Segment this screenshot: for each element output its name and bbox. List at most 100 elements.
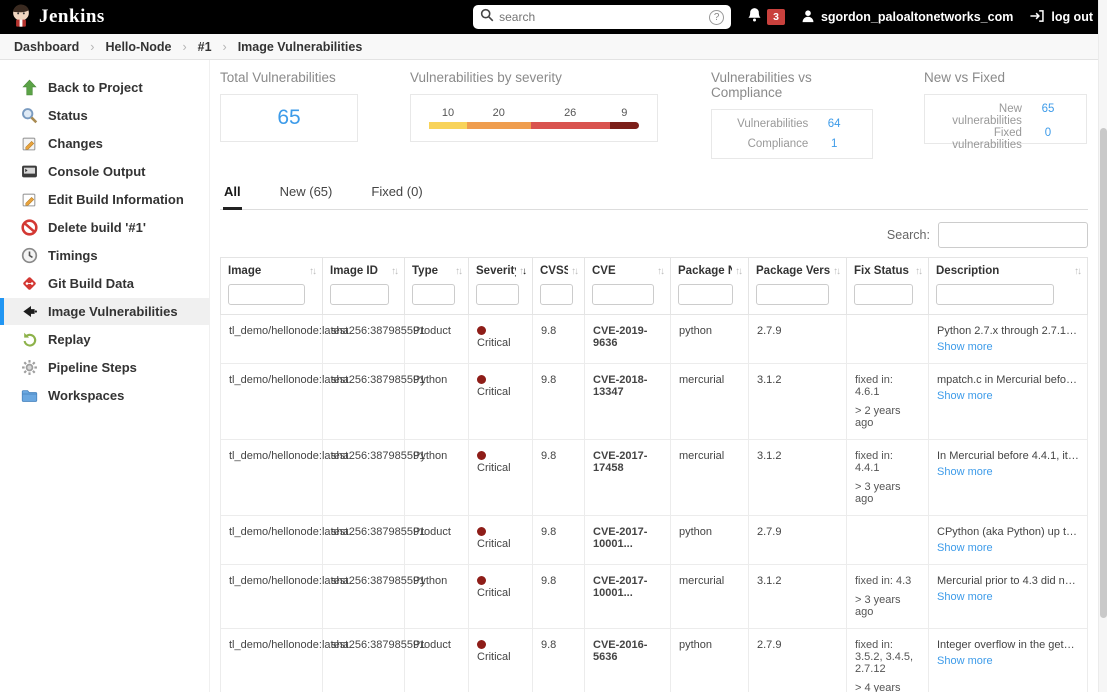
- sidebar-item[interactable]: Delete build '#1': [0, 214, 209, 241]
- severity-segment: 9: [609, 107, 639, 129]
- logout-button[interactable]: log out: [1029, 9, 1093, 26]
- top-bar: Jenkins ? 3 sgordon_paloaltonetworks_com: [0, 0, 1107, 34]
- breadcrumb-item[interactable]: Dashboard: [14, 40, 105, 54]
- table-row: tl_demo/hellonode:latest sha256:38798559…: [220, 439, 1088, 516]
- column-filter-input[interactable]: [592, 284, 655, 305]
- cell-description: Integer overflow in the get_data functio…: [928, 628, 1088, 692]
- jenkins-home-link[interactable]: Jenkins: [10, 3, 105, 32]
- cell-image: tl_demo/hellonode:latest: [220, 363, 348, 440]
- sidebar-item[interactable]: Status: [0, 102, 209, 129]
- severity-segment-bar: [429, 122, 467, 129]
- column-filter-input[interactable]: [678, 284, 734, 305]
- new-vs-fixed-card: New vs Fixed New vulnerabilities 65 Fixe…: [924, 70, 1087, 151]
- cell-image-id: sha256:387985591: [322, 363, 425, 440]
- tab[interactable]: New (65): [279, 176, 334, 210]
- card-title: Vulnerabilities by severity: [410, 70, 562, 85]
- breadcrumb-item[interactable]: Hello-Node: [105, 40, 197, 54]
- column-sort-button[interactable]: Image ID ↑↓: [330, 265, 399, 277]
- scrollbar-thumb[interactable]: [1100, 128, 1107, 618]
- severity-segment: 20: [466, 107, 531, 129]
- tab[interactable]: Fixed (0): [370, 176, 423, 210]
- sidebar-item[interactable]: Back to Project: [0, 74, 209, 101]
- user-menu[interactable]: sgordon_paloaltonetworks_com: [801, 9, 1013, 26]
- column-sort-button[interactable]: Severity ↑↓: [476, 265, 527, 277]
- cell-description: In Mercurial before 4.4.1, it is possibl…: [928, 439, 1088, 516]
- breadcrumb-item[interactable]: #1: [198, 40, 238, 54]
- critical-dot-icon: [477, 375, 486, 384]
- cell-package-name: python: [670, 515, 749, 565]
- sidebar-item-label: Workspaces: [48, 388, 125, 403]
- column-sort-button[interactable]: CVE ↑↓: [592, 265, 665, 277]
- sidebar-item[interactable]: Console Output: [0, 158, 209, 185]
- sidebar-item-icon: [21, 79, 38, 96]
- show-more-link[interactable]: Show more: [937, 542, 993, 554]
- column-filter-input[interactable]: [854, 284, 913, 305]
- column-filter-input[interactable]: [540, 284, 573, 305]
- notifications-button[interactable]: 3: [747, 7, 785, 27]
- column-sort-button[interactable]: Package Name ↑↓: [678, 265, 743, 277]
- search-input[interactable]: [499, 10, 705, 24]
- sidebar-item[interactable]: Edit Build Information: [0, 186, 209, 213]
- sort-arrows-icon: ↑↓: [309, 265, 317, 277]
- cell-fix-status: fixed in: 3.5.2, 3.4.5, 2.7.12 > 4 years…: [846, 628, 929, 692]
- show-more-link[interactable]: Show more: [937, 390, 993, 402]
- sidebar-item[interactable]: Workspaces: [0, 382, 209, 409]
- sort-arrows-icon: ↑↓: [1074, 265, 1082, 277]
- column-sort-button[interactable]: Package Version ↑↓: [756, 265, 841, 277]
- critical-dot-icon: [477, 527, 486, 536]
- bell-icon: [747, 7, 762, 27]
- column-sort-button[interactable]: Description ↑↓: [936, 265, 1082, 277]
- show-more-link[interactable]: Show more: [937, 655, 993, 667]
- critical-dot-icon: [477, 451, 486, 460]
- sidebar-item[interactable]: Image Vulnerabilities: [0, 298, 209, 325]
- column-filter-input[interactable]: [330, 284, 389, 305]
- sidebar-item[interactable]: Replay: [0, 326, 209, 353]
- page-scrollbar: [1098, 0, 1107, 692]
- table-search-row: Search:: [220, 222, 1088, 248]
- breadcrumb-item[interactable]: Image Vulnerabilities: [238, 40, 363, 54]
- cell-image-id: sha256:387985591: [322, 564, 425, 629]
- sidebar-item[interactable]: Changes: [0, 130, 209, 157]
- stat-value: 64: [827, 118, 841, 130]
- column-filter-input[interactable]: [476, 284, 520, 305]
- sidebar-item-icon: [21, 275, 38, 292]
- show-more-link[interactable]: Show more: [937, 591, 993, 603]
- cell-package-version: 2.7.9: [748, 314, 847, 364]
- cell-severity: Critical: [468, 314, 533, 364]
- help-icon[interactable]: ?: [709, 9, 725, 25]
- sidebar-item[interactable]: Pipeline Steps: [0, 354, 209, 381]
- column-label: CVSS: [540, 265, 568, 277]
- column-label: Description: [936, 265, 1000, 277]
- column-sort-button[interactable]: CVSS ↑↓: [540, 265, 579, 277]
- column-label: Image: [228, 265, 262, 277]
- column-sort-button[interactable]: Image ↑↓: [228, 265, 317, 277]
- column-sort-button[interactable]: Fix Status ↑↓: [854, 265, 923, 277]
- column-filter-input[interactable]: [228, 284, 305, 305]
- stat-value: 1: [830, 138, 838, 150]
- column-filter-input[interactable]: [412, 284, 456, 305]
- stat-label: New vulnerabilities: [952, 103, 1022, 127]
- sidebar-item-icon: [21, 359, 38, 376]
- show-more-link[interactable]: Show more: [937, 341, 993, 353]
- cell-severity: Critical: [468, 564, 533, 629]
- cell-type: Product: [404, 314, 469, 364]
- tab[interactable]: All: [223, 176, 242, 210]
- column-sort-button[interactable]: Type ↑↓: [412, 265, 463, 277]
- sort-arrows-icon: ↑↓: [455, 265, 463, 277]
- cell-cve: CVE-2019-9636: [584, 314, 671, 364]
- column-filter-input[interactable]: [936, 284, 1054, 305]
- table-row: tl_demo/hellonode:latest sha256:38798559…: [220, 314, 1088, 364]
- stat-value: 0: [1044, 127, 1052, 139]
- cell-cve: CVE-2017-10001...: [584, 515, 671, 565]
- sidebar-item-icon: [21, 191, 38, 208]
- sidebar-item[interactable]: Timings: [0, 242, 209, 269]
- column-filter-input[interactable]: [756, 284, 830, 305]
- show-more-link[interactable]: Show more: [937, 466, 993, 478]
- table-search-input[interactable]: [938, 222, 1088, 248]
- sidebar-item[interactable]: Git Build Data: [0, 270, 209, 297]
- cell-type: Product: [404, 628, 469, 692]
- sidebar-item-label: Image Vulnerabilities: [48, 304, 178, 319]
- cell-cve: CVE-2018-13347: [584, 363, 671, 440]
- severity-segment: 10: [429, 107, 467, 129]
- cell-description: Python 2.7.x through 2.7.16 and 3.x thro…: [928, 314, 1088, 364]
